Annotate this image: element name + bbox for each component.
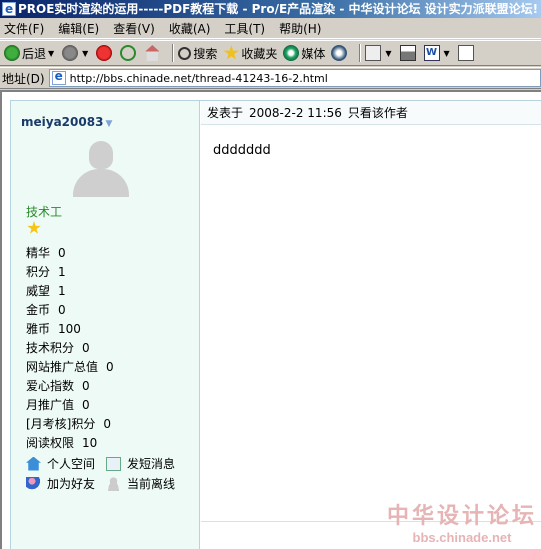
- address-input[interactable]: http://bbs.chinade.net/thread-41243-16-2…: [48, 69, 541, 87]
- forward-dropdown-icon[interactable]: ▼: [82, 49, 88, 58]
- stat-row: 精华 0: [26, 246, 66, 260]
- refresh-icon: [120, 45, 137, 61]
- offline-user-icon: [106, 476, 121, 491]
- stat-row: 积分 1: [26, 265, 66, 279]
- history-button[interactable]: [331, 45, 349, 61]
- document-icon: [457, 45, 474, 61]
- mail-button[interactable]: ▼: [365, 45, 393, 61]
- menu-view[interactable]: 查看(V): [113, 20, 155, 37]
- send-message-link[interactable]: 发短消息: [106, 455, 175, 472]
- avatar-head: [89, 141, 113, 169]
- stat-row: 爱心指数 0: [26, 379, 90, 393]
- stop-icon: [96, 45, 113, 61]
- print-button[interactable]: [399, 45, 418, 61]
- stop-button[interactable]: [96, 45, 114, 61]
- page-content: meiya20083 ▼ 技术工 精华 0 积分 1 威望 1 金币 0 雅币 100 技术…: [0, 90, 541, 549]
- menu-favorites[interactable]: 收藏(A): [169, 20, 211, 37]
- message-icon: [106, 456, 121, 471]
- forward-button[interactable]: ▼: [62, 45, 90, 61]
- home-button[interactable]: [144, 45, 162, 61]
- avatar: [69, 139, 133, 197]
- address-label: 地址(D): [2, 71, 45, 86]
- author-only-link[interactable]: 只看该作者: [348, 104, 408, 121]
- back-arrow-icon: [4, 45, 20, 61]
- page-icon: [51, 69, 66, 85]
- author-username[interactable]: meiya20083 ▼: [21, 115, 112, 129]
- online-status: 当前离线: [106, 475, 175, 492]
- menu-file[interactable]: 文件(F): [4, 20, 44, 37]
- home-icon: [26, 456, 41, 471]
- post-time: 2008-2-2 11:56: [249, 105, 342, 120]
- print-icon: [399, 45, 416, 61]
- toolbar-separator: [359, 44, 362, 62]
- menu-help[interactable]: 帮助(H): [279, 20, 321, 37]
- back-dropdown-icon[interactable]: ▼: [48, 49, 54, 58]
- menu-edit[interactable]: 编辑(E): [58, 20, 99, 37]
- author-stats: 精华 0 积分 1 威望 1 金币 0 雅币 100 技术积分 0 网站推广总值 0 爱心指数…: [26, 244, 114, 453]
- stat-row: 金币 0: [26, 303, 66, 317]
- stat-row: [月考核]积分 0: [26, 417, 112, 431]
- media-icon: [283, 45, 300, 61]
- stat-row: 威望 1: [26, 284, 66, 298]
- forward-arrow-icon: [62, 45, 79, 61]
- rank-star-icon: [27, 221, 41, 234]
- chevron-down-icon: ▼: [105, 119, 113, 129]
- edit-word-button[interactable]: W ▼: [423, 45, 452, 61]
- media-button[interactable]: 媒体: [283, 45, 325, 62]
- menu-bar: 文件(F) 编辑(E) 查看(V) 收藏(A) 工具(T) 帮助(H): [0, 18, 541, 39]
- discuss-button[interactable]: [457, 45, 476, 61]
- word-icon: W: [423, 45, 440, 61]
- favorites-button[interactable]: 收藏夹: [223, 45, 277, 62]
- avatar-body: [73, 169, 129, 197]
- stat-row: 月推广值 0: [26, 398, 90, 412]
- favorites-star-icon: [223, 45, 240, 60]
- stat-row: 雅币 100: [26, 322, 81, 336]
- post-header: 发表于 2008-2-2 11:56 只看该作者: [201, 101, 541, 125]
- mail-icon: [365, 45, 382, 61]
- refresh-button[interactable]: [120, 45, 138, 61]
- back-button[interactable]: 后退 ▼: [4, 45, 56, 62]
- window-titlebar: PROE实时渲染的运用-----PDF教程下载 - Pro/E产品渲染 - 中华…: [0, 0, 541, 18]
- home-icon: [144, 45, 161, 61]
- site-watermark: 中华设计论坛 bbs.chinade.net: [386, 503, 537, 545]
- address-url: http://bbs.chinade.net/thread-41243-16-2…: [69, 71, 328, 85]
- author-sidebar: meiya20083 ▼ 技术工 精华 0 积分 1 威望 1 金币 0 雅币 100 技术…: [11, 101, 200, 549]
- posted-label: 发表于: [207, 106, 244, 120]
- menu-tools[interactable]: 工具(T): [224, 20, 265, 37]
- toolbar-separator: [172, 44, 175, 62]
- toolbar: 后退 ▼ ▼ 搜索 收藏夹 媒体 ▼ W ▼: [0, 40, 541, 66]
- search-icon: [178, 46, 192, 60]
- stat-row: 网站推广总值 0: [26, 360, 114, 374]
- stat-row: 技术积分 0: [26, 341, 90, 355]
- window-title: PROE实时渲染的运用-----PDF教程下载 - Pro/E产品渲染 - 中华…: [18, 2, 539, 16]
- add-friend-icon: [26, 476, 41, 491]
- stat-row: 阅读权限 10: [26, 436, 98, 450]
- post-container: meiya20083 ▼ 技术工 精华 0 积分 1 威望 1 金币 0 雅币 100 技术…: [10, 100, 541, 549]
- personal-space-link[interactable]: 个人空间: [26, 455, 95, 472]
- post-content: 发表于 2008-2-2 11:56 只看该作者 ddddddd: [201, 101, 541, 549]
- ie-icon: [2, 0, 16, 18]
- author-rank: 技术工: [26, 205, 63, 219]
- add-friend-link[interactable]: 加为好友: [26, 475, 95, 492]
- history-icon: [331, 45, 348, 61]
- address-bar: 地址(D) http://bbs.chinade.net/thread-4124…: [0, 67, 541, 89]
- post-body: ddddddd: [213, 143, 271, 158]
- search-button[interactable]: 搜索: [178, 45, 217, 62]
